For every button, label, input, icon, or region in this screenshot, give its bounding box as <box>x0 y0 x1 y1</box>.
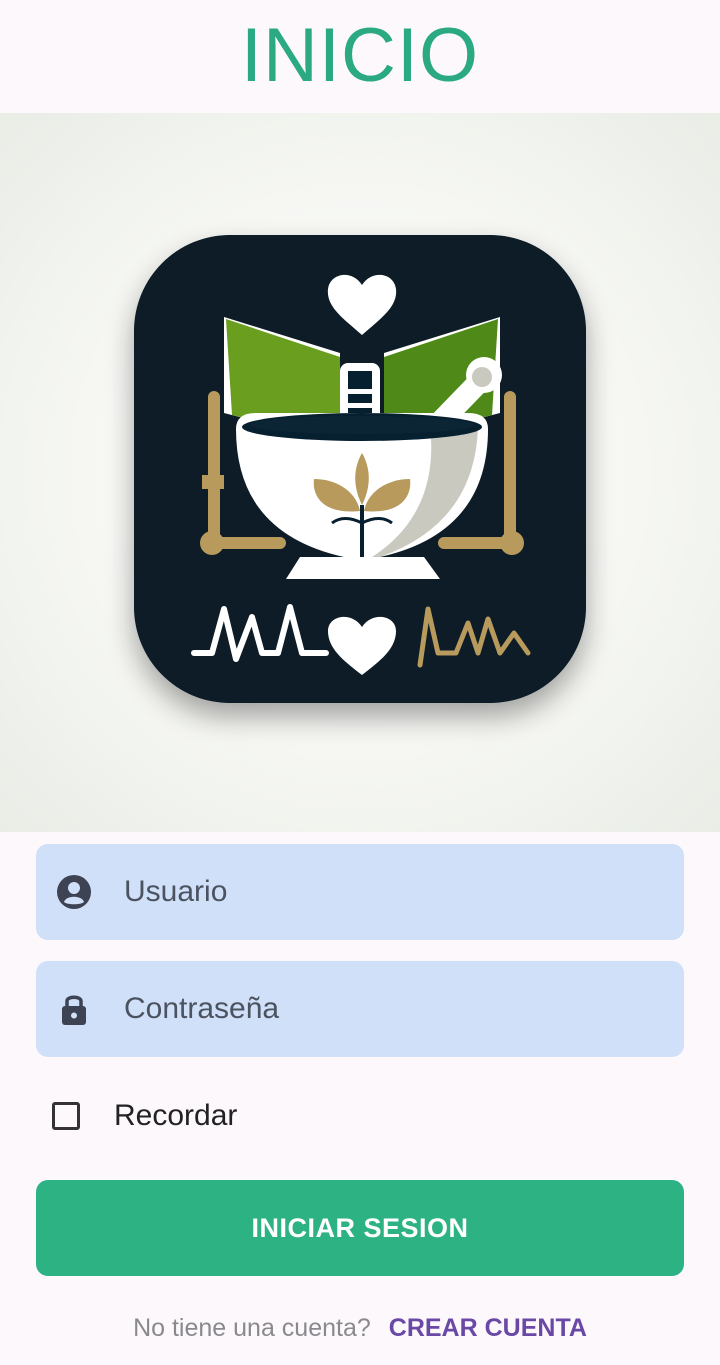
remember-checkbox[interactable] <box>52 1102 80 1130</box>
remember-label[interactable]: Recordar <box>114 1099 237 1133</box>
signup-question: No tiene una cuenta? <box>133 1314 371 1342</box>
lock-icon <box>62 995 86 1025</box>
hero-banner <box>0 113 720 832</box>
password-field[interactable] <box>36 961 684 1057</box>
account-circle-icon <box>57 875 91 909</box>
app-logo <box>134 235 586 703</box>
signup-prompt: No tiene una cuenta? CREAR CUENTA <box>0 1314 720 1343</box>
login-button[interactable]: INICIAR SESION <box>36 1180 684 1276</box>
create-account-link[interactable]: CREAR CUENTA <box>389 1314 587 1342</box>
password-input[interactable] <box>124 961 664 1057</box>
username-field[interactable] <box>36 844 684 940</box>
remember-row: Recordar <box>52 1094 237 1138</box>
page-title: INICIO <box>240 13 480 98</box>
login-screen: INICIO Usuario Recordar INICIAR SESION N… <box>0 0 720 1365</box>
username-input[interactable] <box>124 844 664 940</box>
